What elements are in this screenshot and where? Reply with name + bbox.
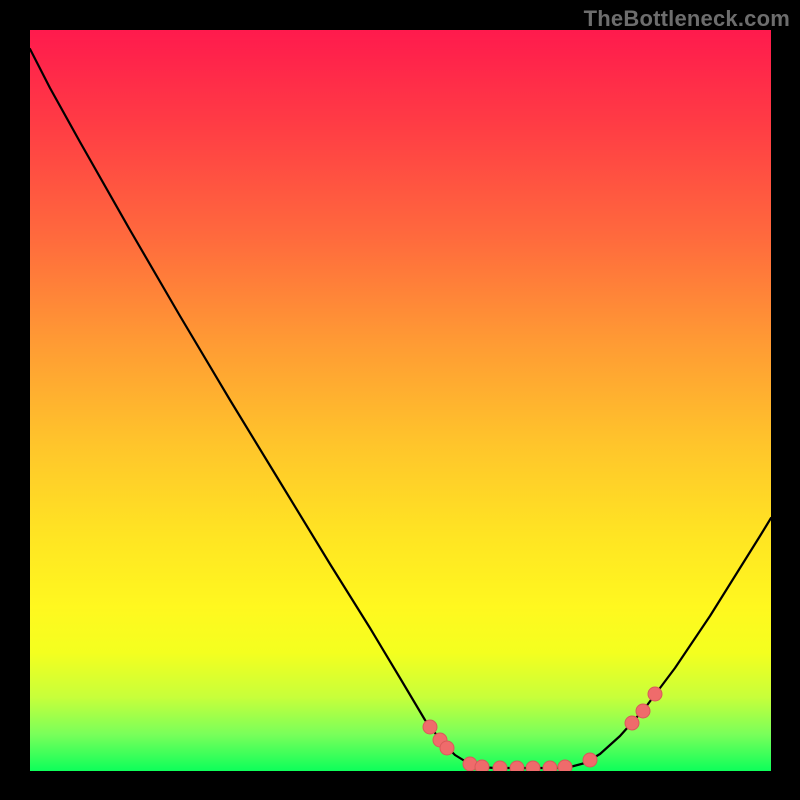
- curve-right-arm: [570, 518, 771, 767]
- marker-point: [625, 716, 639, 730]
- curve-left-arm: [30, 49, 480, 767]
- marker-point: [440, 741, 454, 755]
- marker-point: [558, 760, 572, 771]
- marker-point: [510, 761, 524, 771]
- marker-point: [423, 720, 437, 734]
- watermark-text: TheBottleneck.com: [584, 6, 790, 32]
- marker-point: [583, 753, 597, 767]
- marker-point: [493, 761, 507, 771]
- plot-area: [30, 30, 771, 771]
- chart-stage: TheBottleneck.com: [0, 0, 800, 800]
- marker-point: [475, 760, 489, 771]
- marker-point: [526, 761, 540, 771]
- marker-point: [648, 687, 662, 701]
- chart-svg: [30, 30, 771, 771]
- marker-point: [636, 704, 650, 718]
- marker-point: [543, 761, 557, 771]
